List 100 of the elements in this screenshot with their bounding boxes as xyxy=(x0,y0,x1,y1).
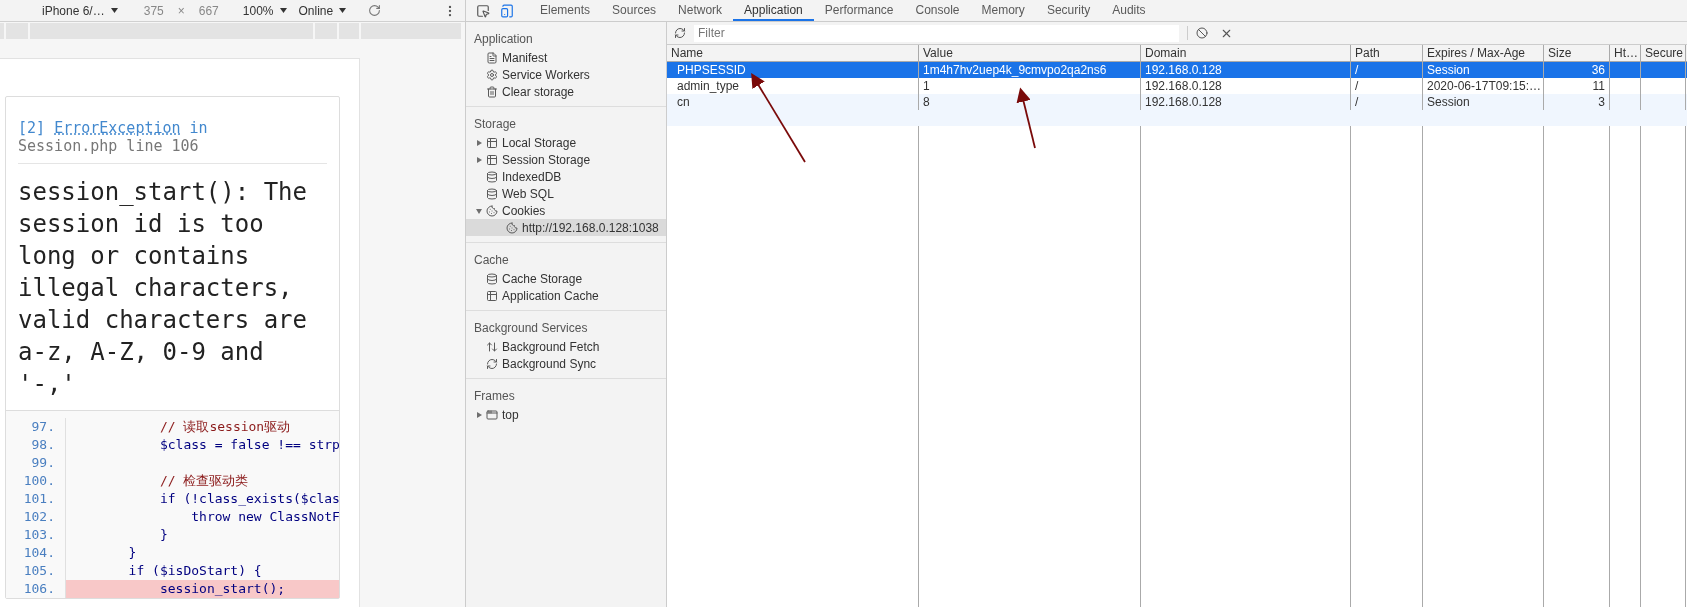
table-cell: 192.168.0.128 xyxy=(1145,63,1222,77)
sidebar-item-label: Application Cache xyxy=(502,287,599,305)
table-cell: 2020-06-17T09:15:… xyxy=(1427,79,1542,93)
devtools-tab[interactable]: Network xyxy=(667,0,734,21)
column-header[interactable]: Secure xyxy=(1641,45,1686,61)
sidebar-item-label: http://192.168.0.128:1038 xyxy=(522,219,659,237)
device-select[interactable]: iPhone 6/… xyxy=(42,1,118,20)
trash-icon xyxy=(486,85,498,98)
clear-all-icon[interactable] xyxy=(1196,27,1208,39)
sidebar-section-title: Frames xyxy=(473,388,516,405)
sidebar-item-label: Background Fetch xyxy=(502,338,600,356)
disclosure-triangle-icon[interactable] xyxy=(476,411,482,418)
network-select[interactable]: Online xyxy=(298,1,347,20)
zoom-select[interactable]: 100% xyxy=(242,1,287,20)
code-line: throw new ClassNotF xyxy=(190,508,339,526)
sidebar-item[interactable]: Cookies xyxy=(466,202,666,219)
sidebar-item-label: Clear storage xyxy=(502,83,575,101)
table-icon xyxy=(486,136,498,149)
sidebar-item[interactable]: Cache Storage xyxy=(466,270,666,287)
sidebar-section-title: Storage xyxy=(473,116,518,133)
sidebar-item[interactable]: Application Cache xyxy=(466,287,666,304)
sidebar-item[interactable]: Session Storage xyxy=(466,151,666,168)
sidebar-item[interactable]: Background Sync xyxy=(466,355,666,372)
disclosure-triangle-icon[interactable] xyxy=(476,156,482,163)
device-toggle-icon[interactable] xyxy=(500,3,514,18)
sidebar-item[interactable]: Service Workers xyxy=(466,66,666,83)
sidebar-item[interactable]: Background Fetch xyxy=(466,338,666,355)
devtools-tab[interactable]: Performance xyxy=(813,0,905,21)
inspect-icon[interactable] xyxy=(476,3,490,18)
table-icon xyxy=(486,153,498,166)
sidebar-item[interactable]: http://192.168.0.128:1038 xyxy=(466,219,666,236)
sidebar-item-label: IndexedDB xyxy=(502,168,562,186)
refresh-icon[interactable] xyxy=(674,27,686,39)
database-icon xyxy=(486,272,498,285)
column-header[interactable]: Expires / Max-Age xyxy=(1423,45,1544,61)
line-number: 103. xyxy=(6,526,66,544)
database-icon xyxy=(486,187,498,200)
sidebar-item[interactable]: top xyxy=(466,406,666,423)
column-header[interactable]: Path xyxy=(1351,45,1423,61)
column-header[interactable]: Name xyxy=(667,45,919,61)
table-cell: 11 xyxy=(1592,79,1605,93)
filter-field[interactable]: Filter xyxy=(694,24,1179,42)
sidebar-section-title: Background Services xyxy=(473,320,589,337)
code-line: $class = false !== strp xyxy=(158,436,339,454)
code-line: // 读取session驱动 xyxy=(158,418,292,436)
sidebar-item[interactable]: Clear storage xyxy=(466,83,666,100)
table-row[interactable]: cn 8 192.168.0.128 / Session 3 xyxy=(667,94,1687,110)
line-number: 102. xyxy=(6,508,66,526)
code-line: if ($isDoStart) { xyxy=(127,562,263,580)
column-header[interactable]: Size xyxy=(1544,45,1610,61)
table-cell: admin_type xyxy=(677,79,740,93)
column-header[interactable]: Domain xyxy=(1141,45,1351,61)
table-cell: Session xyxy=(1427,63,1470,77)
table-row[interactable]: PHPSESSID 1m4h7hv2uep4k_9cmvpo2qa2ns6 192.168.0.128 / Session 36 xyxy=(667,62,1687,78)
database-icon xyxy=(486,170,498,183)
dropdown-caret-icon xyxy=(110,8,118,13)
times-sign: × xyxy=(177,2,185,20)
devtools-tab[interactable]: Console xyxy=(904,0,971,21)
table-cell: 8 xyxy=(923,95,930,109)
line-number: 105. xyxy=(6,562,66,580)
table-cell: / xyxy=(1355,79,1359,93)
sidebar-item[interactable]: IndexedDB xyxy=(466,168,666,185)
line-number: 97. xyxy=(6,418,66,436)
error-title: [2] ErrorException in Session.php line 106 xyxy=(18,119,327,164)
sidebar-item-label: Manifest xyxy=(502,49,548,67)
frame-icon xyxy=(486,408,498,421)
devtools-tab[interactable]: Elements xyxy=(529,0,602,21)
devtools-tab[interactable]: Sources xyxy=(601,0,668,21)
devtools-tab[interactable]: Audits xyxy=(1101,0,1157,21)
table-cell: 192.168.0.128 xyxy=(1145,95,1222,109)
table-cell: cn xyxy=(677,95,690,109)
column-header[interactable]: Ht… xyxy=(1610,45,1641,61)
sidebar-item-label: Web SQL xyxy=(502,185,554,203)
sidebar-item-label: Cache Storage xyxy=(502,270,583,288)
table-cell: 1m4h7hv2uep4k_9cmvpo2qa2ns6 xyxy=(923,63,1107,77)
table-icon xyxy=(486,289,498,302)
disclosure-triangle-icon[interactable] xyxy=(476,139,482,146)
sidebar-item-label: Local Storage xyxy=(502,134,577,152)
file-icon xyxy=(486,51,498,64)
rotate-icon[interactable] xyxy=(368,4,382,17)
table-cell: 36 xyxy=(1591,63,1605,77)
table-cell: 3 xyxy=(1598,95,1605,109)
sidebar-item[interactable]: Manifest xyxy=(466,49,666,66)
exception-link[interactable]: ErrorException xyxy=(54,119,181,137)
error-message: session_start(): The session id is too long or contains illegal characters, valid characters are a-z, A-Z, 0-9 and '-,' xyxy=(18,177,308,400)
sidebar-item[interactable]: Local Storage xyxy=(466,134,666,151)
table-cell: / xyxy=(1355,63,1359,77)
disclosure-triangle-icon[interactable] xyxy=(476,207,482,214)
table-cell: 192.168.0.128 xyxy=(1145,79,1222,93)
code-line: } xyxy=(158,526,169,544)
devtools-tab[interactable]: Memory xyxy=(970,0,1036,21)
column-header[interactable]: Value xyxy=(919,45,1141,61)
cookie-icon xyxy=(486,204,498,217)
sidebar-section-title: Cache xyxy=(473,252,510,269)
table-cell: PHPSESSID xyxy=(677,63,746,77)
dropdown-caret-icon xyxy=(279,8,287,13)
table-cell: Session xyxy=(1427,95,1470,109)
sidebar-item[interactable]: Web SQL xyxy=(466,185,666,202)
table-cell: 1 xyxy=(923,79,930,93)
devtools-tab[interactable]: Security xyxy=(1035,0,1102,21)
